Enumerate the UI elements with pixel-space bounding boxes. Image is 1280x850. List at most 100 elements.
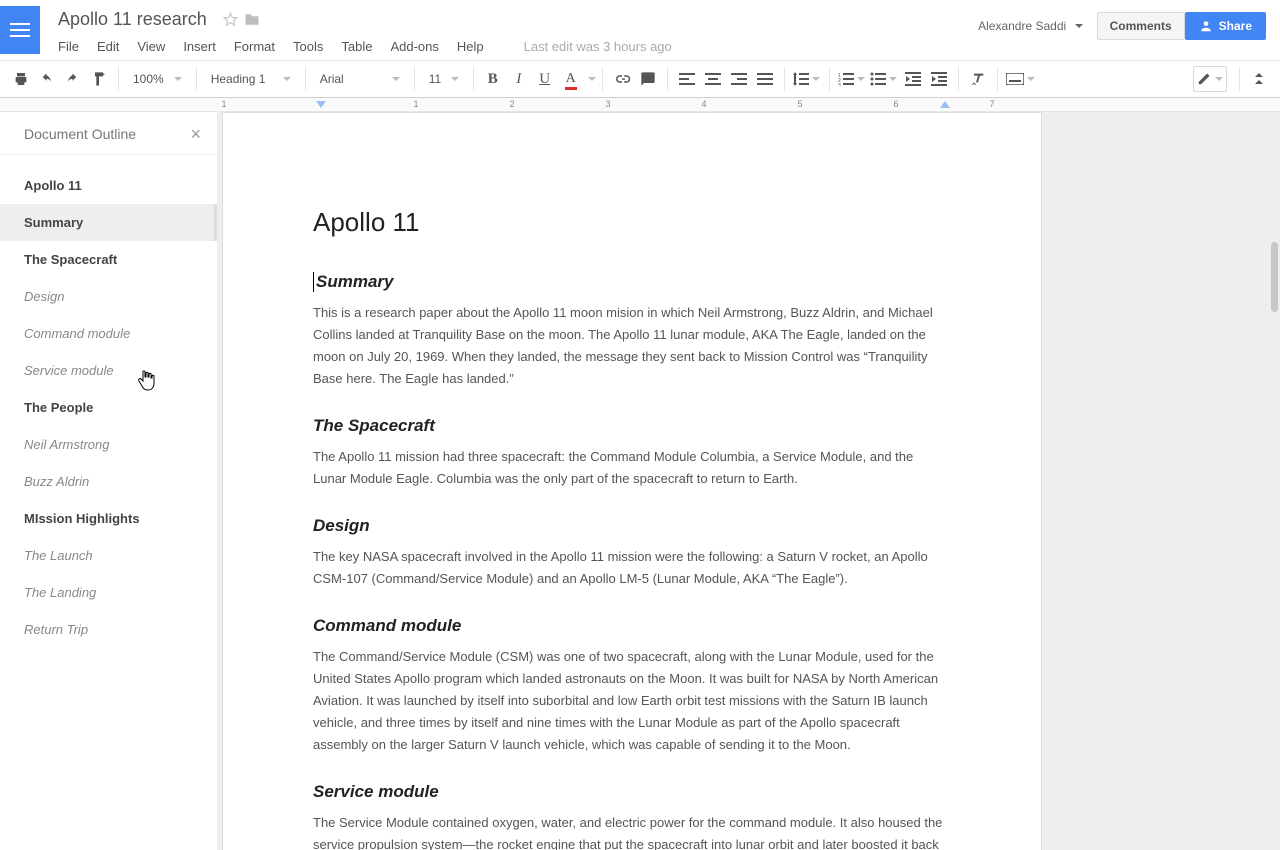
share-button[interactable]: Share: [1185, 12, 1266, 40]
outline-item[interactable]: Apollo 11: [0, 167, 217, 204]
doc-heading-2[interactable]: Command module: [313, 616, 945, 636]
outline-item[interactable]: MIssion Highlights: [0, 500, 217, 537]
outline-item[interactable]: The Spacecraft: [0, 241, 217, 278]
outline-item[interactable]: Return Trip: [0, 611, 217, 648]
title-block: Apollo 11 research File Edit View Insert…: [58, 6, 672, 60]
menu-format[interactable]: Format: [234, 39, 275, 54]
menu-insert[interactable]: Insert: [183, 39, 216, 54]
outline-item[interactable]: Service module: [0, 352, 217, 389]
hide-menus-button[interactable]: [1246, 66, 1272, 92]
doc-paragraph[interactable]: The Service Module contained oxygen, wat…: [313, 812, 945, 850]
ruler-tick: 3: [605, 99, 610, 109]
ruler-tick: 7: [989, 99, 994, 109]
chevron-down-icon: [588, 77, 596, 81]
horizontal-ruler[interactable]: 1 1 2 3 4 5 6 7: [0, 98, 1280, 112]
doc-paragraph[interactable]: The Command/Service Module (CSM) was one…: [313, 646, 945, 756]
outline-title: Document Outline: [24, 126, 136, 142]
doc-heading-1[interactable]: Apollo 11: [313, 207, 945, 238]
paragraph-style-select[interactable]: Heading 1: [203, 66, 299, 92]
account-menu[interactable]: Alexandre Saddi: [978, 17, 1083, 35]
chevron-down-icon: [1075, 24, 1083, 28]
zoom-select[interactable]: 100%: [125, 66, 190, 92]
outline-item[interactable]: The Landing: [0, 574, 217, 611]
outline-item[interactable]: Buzz Aldrin: [0, 463, 217, 500]
numbered-list-button[interactable]: 123: [836, 66, 868, 92]
align-left-button[interactable]: [674, 66, 700, 92]
menu-edit[interactable]: Edit: [97, 39, 119, 54]
align-center-button[interactable]: [700, 66, 726, 92]
insert-comment-button[interactable]: [635, 66, 661, 92]
paint-format-button[interactable]: [86, 66, 112, 92]
comments-button[interactable]: Comments: [1097, 12, 1185, 40]
doc-heading-2[interactable]: The Spacecraft: [313, 416, 945, 436]
print-button[interactable]: [8, 66, 34, 92]
ruler-tick: 1: [221, 99, 226, 109]
text-color-button[interactable]: A: [558, 66, 584, 92]
right-indent-marker-icon[interactable]: [940, 101, 950, 108]
chevron-down-icon: [451, 77, 459, 81]
doc-heading-2[interactable]: Summary: [313, 272, 945, 292]
italic-button[interactable]: I: [506, 66, 532, 92]
outline-item[interactable]: The Launch: [0, 537, 217, 574]
chevron-down-icon: [283, 77, 291, 81]
outline-item[interactable]: Summary: [0, 204, 217, 241]
folder-icon[interactable]: [244, 13, 260, 26]
insert-link-button[interactable]: [609, 66, 635, 92]
font-select[interactable]: Arial: [312, 66, 408, 92]
doc-paragraph[interactable]: This is a research paper about the Apoll…: [313, 302, 945, 390]
user-name: Alexandre Saddi: [978, 19, 1066, 33]
menu-addons[interactable]: Add-ons: [390, 39, 438, 54]
increase-indent-button[interactable]: [926, 66, 952, 92]
chevron-down-icon: [812, 77, 820, 81]
redo-button[interactable]: [60, 66, 86, 92]
editing-mode-button[interactable]: [1193, 66, 1227, 92]
outline-item[interactable]: The People: [0, 389, 217, 426]
bulleted-list-button[interactable]: [868, 66, 900, 92]
menu-view[interactable]: View: [137, 39, 165, 54]
header-left: Apollo 11 research File Edit View Insert…: [0, 6, 672, 60]
close-icon[interactable]: ×: [190, 127, 201, 141]
doc-heading-2[interactable]: Design: [313, 516, 945, 536]
menu-table[interactable]: Table: [341, 39, 372, 54]
svg-text:3: 3: [838, 83, 841, 86]
last-edit-label[interactable]: Last edit was 3 hours ago: [524, 39, 672, 54]
doc-paragraph[interactable]: The key NASA spacecraft involved in the …: [313, 546, 945, 590]
app-header: Apollo 11 research File Edit View Insert…: [0, 0, 1280, 60]
outline-item[interactable]: Design: [0, 278, 217, 315]
document-canvas[interactable]: Apollo 11 Summary This is a research pape…: [218, 112, 1280, 850]
menu-file[interactable]: File: [58, 39, 79, 54]
undo-button[interactable]: [34, 66, 60, 92]
input-tools-button[interactable]: [1004, 66, 1038, 92]
align-right-button[interactable]: [726, 66, 752, 92]
align-justify-button[interactable]: [752, 66, 778, 92]
document-title[interactable]: Apollo 11 research: [58, 9, 207, 30]
text-color-menu[interactable]: [584, 66, 596, 92]
menu-icon: [10, 23, 30, 37]
share-icon: [1199, 19, 1213, 33]
decrease-indent-button[interactable]: [900, 66, 926, 92]
vertical-scrollbar[interactable]: [1271, 242, 1278, 312]
page[interactable]: Apollo 11 Summary This is a research pape…: [222, 112, 1042, 850]
ruler-tick: 1: [413, 99, 418, 109]
line-spacing-button[interactable]: [791, 66, 823, 92]
outline-item[interactable]: Neil Armstrong: [0, 426, 217, 463]
ruler-tick: 5: [797, 99, 802, 109]
main-body: Document Outline × Apollo 11SummaryThe S…: [0, 112, 1280, 850]
indent-marker-icon[interactable]: [316, 101, 326, 108]
font-size-select[interactable]: 11: [421, 66, 467, 92]
star-icon[interactable]: [223, 12, 238, 27]
chevron-down-icon: [857, 77, 865, 81]
menu-tools[interactable]: Tools: [293, 39, 323, 54]
docs-home-button[interactable]: [0, 6, 40, 54]
underline-button[interactable]: U: [532, 66, 558, 92]
bold-button[interactable]: B: [480, 66, 506, 92]
doc-paragraph[interactable]: The Apollo 11 mission had three spacecra…: [313, 446, 945, 490]
menu-help[interactable]: Help: [457, 39, 484, 54]
chevron-down-icon: [1215, 77, 1223, 81]
outline-item[interactable]: Command module: [0, 315, 217, 352]
document-outline-panel: Document Outline × Apollo 11SummaryThe S…: [0, 112, 218, 850]
header-right: Alexandre Saddi Comments Share: [978, 6, 1266, 40]
share-label: Share: [1219, 19, 1252, 33]
doc-heading-2[interactable]: Service module: [313, 782, 945, 802]
clear-formatting-button[interactable]: [965, 66, 991, 92]
